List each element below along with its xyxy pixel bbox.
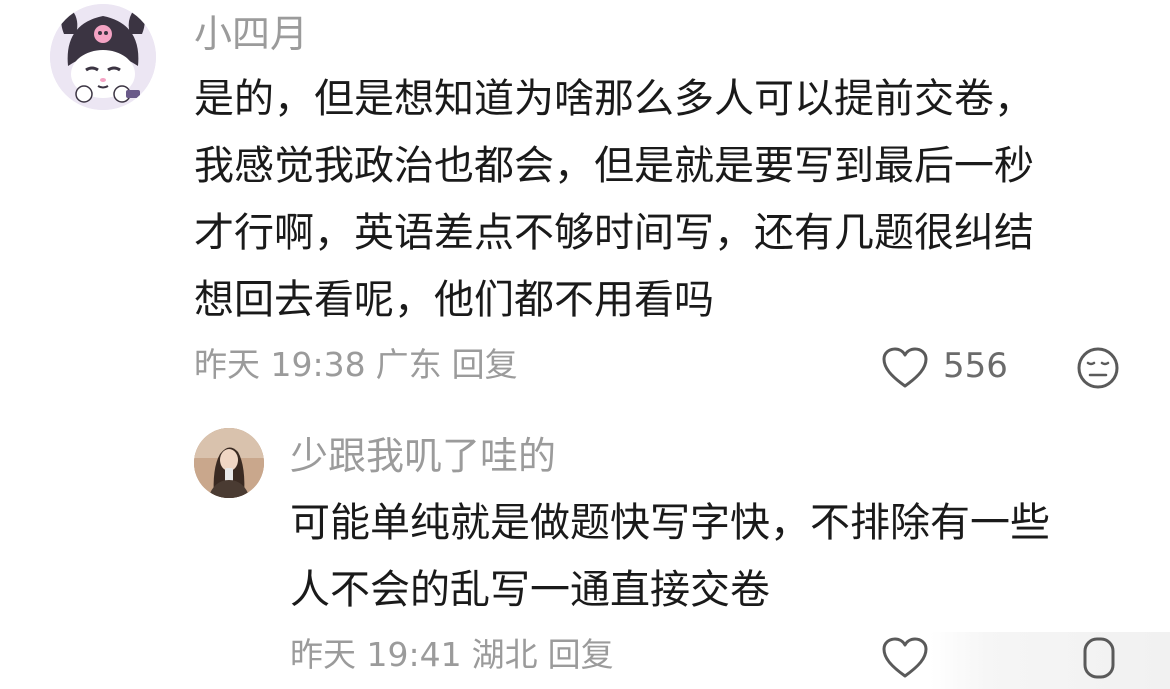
heart-icon [882, 347, 928, 388]
comment-text-line: 我感觉我政治也都会，但是就是要写到最后一秒 [194, 143, 1034, 189]
reply-meta: 昨天 19:41 湖北 回复 [290, 638, 624, 671]
reply-text-line: 人不会的乱写一通直接交卷 [290, 567, 770, 613]
user-avatar-kuromi[interactable] [50, 4, 156, 110]
reply-username[interactable]: 少跟我叽了哇的 [290, 437, 556, 475]
reply-text-line: 可能单纯就是做题快写字快，不排除有一些 [290, 500, 1050, 546]
reply-reply-button[interactable]: 回复 [548, 635, 614, 674]
reply-dislike-button[interactable] [1082, 636, 1116, 680]
kuromi-avatar [50, 4, 156, 110]
like-count: 556 [943, 346, 1008, 386]
reply-button[interactable]: 回复 [452, 345, 518, 384]
comment-meta: 昨天 19:38 广东 回复 [194, 348, 528, 381]
comment-text-line: 想回去看呢，他们都不用看吗 [194, 277, 714, 323]
user-avatar-photo[interactable] [194, 428, 264, 498]
comment-time: 昨天 19:38 [194, 345, 366, 384]
user-photo-avatar [194, 428, 264, 498]
neutral-face-icon [1083, 637, 1115, 679]
comment-text-line: 是的，但是想知道为啥那么多人可以提前交卷， [194, 76, 1034, 122]
reply-like-button[interactable] [881, 636, 929, 680]
reply-location: 湖北 [471, 635, 538, 674]
comment-location: 广东 [375, 345, 442, 384]
like-button[interactable] [881, 346, 929, 390]
reply-time: 昨天 19:41 [290, 635, 462, 674]
watermark-overlay [930, 632, 1170, 689]
heart-icon [882, 637, 928, 678]
comment-text-line: 才行啊，英语差点不够时间写，还有几题很纠结 [194, 210, 1034, 256]
neutral-face-icon [1077, 347, 1119, 389]
comment-username[interactable]: 小四月 [194, 15, 308, 53]
dislike-button[interactable] [1074, 346, 1122, 390]
